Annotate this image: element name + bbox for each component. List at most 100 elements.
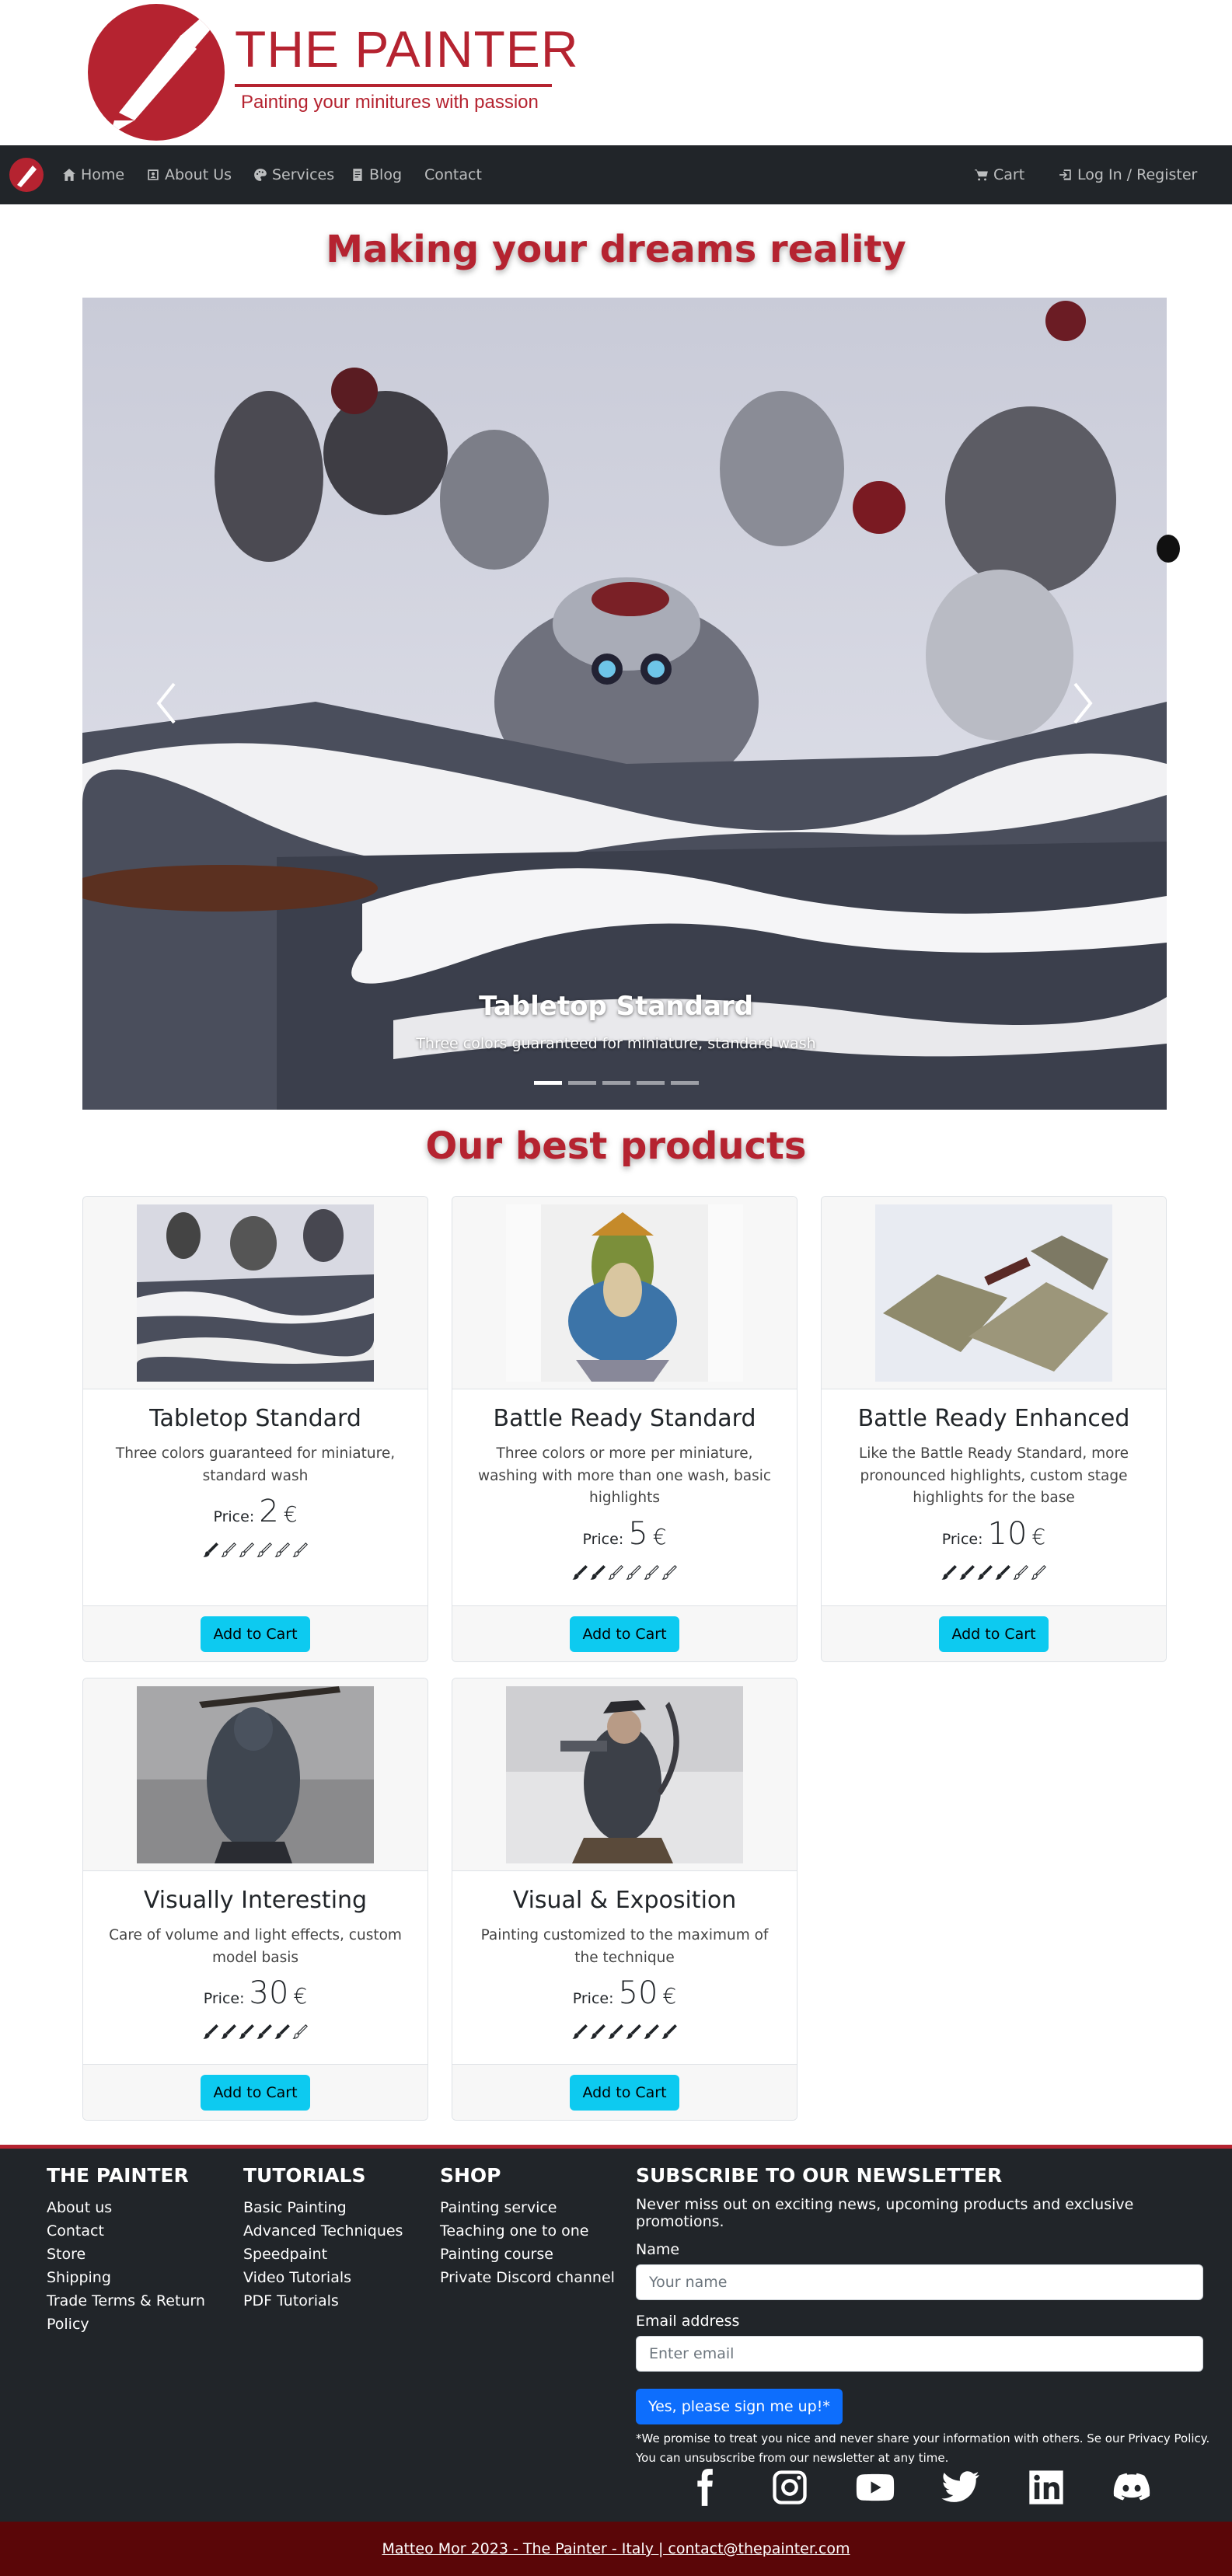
product-card: Battle Ready Standard Three colors or mo… [452,1196,797,1662]
price-value: 2 [259,1494,279,1530]
nav-contact[interactable]: Contact [424,164,482,186]
carousel-next-icon[interactable] [1067,676,1098,730]
product-price: Price: 30 € [105,1975,406,2011]
footer-link-painting-service[interactable]: Painting service [440,2196,626,2219]
product-card: Tabletop Standard Three colors guarantee… [82,1196,428,1662]
twitter-icon[interactable] [941,2467,981,2508]
name-field[interactable] [636,2264,1203,2300]
price-currency: € [652,1524,667,1550]
carousel-indicator-2[interactable] [567,1081,596,1085]
youtube-icon[interactable] [855,2467,895,2508]
footer-link-shipping[interactable]: Shipping [47,2266,233,2289]
footer-link-speedpaint[interactable]: Speedpaint [243,2243,430,2266]
brush-filled-icon [203,1542,218,1558]
copyright-bar: Matteo Mor 2023 - The Painter - Italy | … [0,2522,1232,2576]
footer-link-store[interactable]: Store [47,2243,233,2266]
footer-heading: SHOP [440,2164,501,2187]
social-links [684,2467,1152,2508]
email-field[interactable] [636,2336,1203,2372]
brush-filled-icon [257,2024,272,2040]
footer-link-video-tutorials[interactable]: Video Tutorials [243,2266,430,2289]
nav-login[interactable]: Log In / Register [1059,164,1197,186]
brush-empty-icon [1013,1565,1028,1580]
hero-carousel[interactable] [82,298,1167,1110]
footer-col-shop: SHOP Painting service Teaching one to on… [440,2164,626,2289]
footer-link-about[interactable]: About us [47,2196,233,2219]
carousel-indicator-3[interactable] [602,1081,630,1085]
brush-filled-icon [203,2024,218,2040]
price-label: Price: [572,1990,614,2008]
price-currency: € [293,1983,308,2010]
nav-blog[interactable]: Blog [351,164,402,186]
product-image[interactable] [506,1686,743,1863]
difficulty-rating [474,2024,775,2041]
footer-link-pdf-tutorials[interactable]: PDF Tutorials [243,2289,430,2313]
instagram-icon[interactable] [770,2467,810,2508]
linkedin-icon[interactable] [1026,2467,1066,2508]
add-to-cart-button[interactable]: Add to Cart [201,1616,310,1652]
footer-link-basic-painting[interactable]: Basic Painting [243,2196,430,2219]
scroll-dot-icon[interactable] [1157,535,1180,563]
products-heading: Our best products [425,1124,807,1168]
nav-home[interactable]: Home [62,164,124,186]
brush-filled-icon [941,1565,957,1580]
person-badge-icon [148,169,159,180]
brush-empty-icon [292,2024,308,2040]
privacy-note-line-2: You can unsubscribe from our newsletter … [636,2451,949,2465]
product-card: Visual & Exposition Painting customized … [452,1678,797,2121]
footer-link-teaching[interactable]: Teaching one to one [440,2219,626,2243]
nav-cart[interactable]: Cart [975,164,1024,186]
add-to-cart-button[interactable]: Add to Cart [201,2074,310,2111]
discord-icon[interactable] [1112,2467,1152,2508]
brush-empty-icon [257,1542,272,1558]
footer-link-policy[interactable]: Policy [47,2313,233,2336]
product-description: Three colors guaranteed for miniature, s… [115,1445,396,1484]
carousel-indicator-1[interactable] [533,1081,562,1085]
product-image[interactable] [506,1204,743,1382]
carousel-indicator-5[interactable] [670,1081,699,1085]
product-card: Battle Ready Enhanced Like the Battle Re… [821,1196,1167,1662]
price-label: Price: [582,1531,624,1549]
cart-icon [975,169,988,181]
brush-empty-icon [239,1542,254,1558]
navbar-logo[interactable] [9,158,44,192]
signup-button[interactable]: Yes, please sign me up!* [636,2389,843,2424]
product-image[interactable] [137,1204,374,1382]
main-navbar: Home About Us Services Blog Contact Cart… [0,145,1232,204]
nav-about[interactable]: About Us [146,164,232,186]
facebook-icon[interactable] [684,2467,724,2508]
brush-filled-icon [959,1565,975,1580]
footer-link-contact[interactable]: Contact [47,2219,233,2243]
site-footer: THE PAINTER About us Contact Store Shipp… [0,2145,1232,2522]
footer-link-trade-terms[interactable]: Trade Terms & Return [47,2289,233,2313]
brush-empty-icon [608,1565,623,1580]
brush-empty-icon [661,1565,677,1580]
price-label: Price: [213,1508,255,1526]
nav-services[interactable]: Services [253,164,334,186]
carousel-prev-icon[interactable] [151,676,182,730]
carousel-indicator-4[interactable] [636,1081,665,1085]
brush-filled-icon [239,2024,254,2040]
brush-logo-icon [17,166,37,187]
footer-link-discord-channel[interactable]: Private Discord channel [440,2266,626,2289]
footer-link-advanced[interactable]: Advanced Techniques [243,2219,430,2243]
add-to-cart-button[interactable]: Add to Cart [570,2074,679,2111]
product-title: Battle Ready Enhanced [857,1405,1130,1432]
product-description: Three colors or more per miniature, wash… [477,1445,772,1507]
hero-heading: Making your dreams reality [326,228,906,271]
brush-filled-icon [274,2024,290,2040]
brand-logo[interactable] [88,4,225,141]
brush-empty-icon [626,1565,641,1580]
product-title: Visually Interesting [143,1887,368,1914]
brand-title: THE PAINTER [235,20,579,78]
add-to-cart-button[interactable]: Add to Cart [939,1616,1049,1652]
price-value: 30 [249,1975,289,2012]
product-image[interactable] [137,1686,374,1863]
email-label: Email address [636,2313,740,2330]
add-to-cart-button[interactable]: Add to Cart [570,1616,679,1652]
footer-link-painting-course[interactable]: Painting course [440,2243,626,2266]
footer-col-painter: THE PAINTER About us Contact Store Shipp… [47,2164,233,2336]
login-icon [1059,169,1071,180]
product-image[interactable] [875,1204,1112,1382]
copyright-link[interactable]: Matteo Mor 2023 - The Painter - Italy | … [382,2540,850,2557]
